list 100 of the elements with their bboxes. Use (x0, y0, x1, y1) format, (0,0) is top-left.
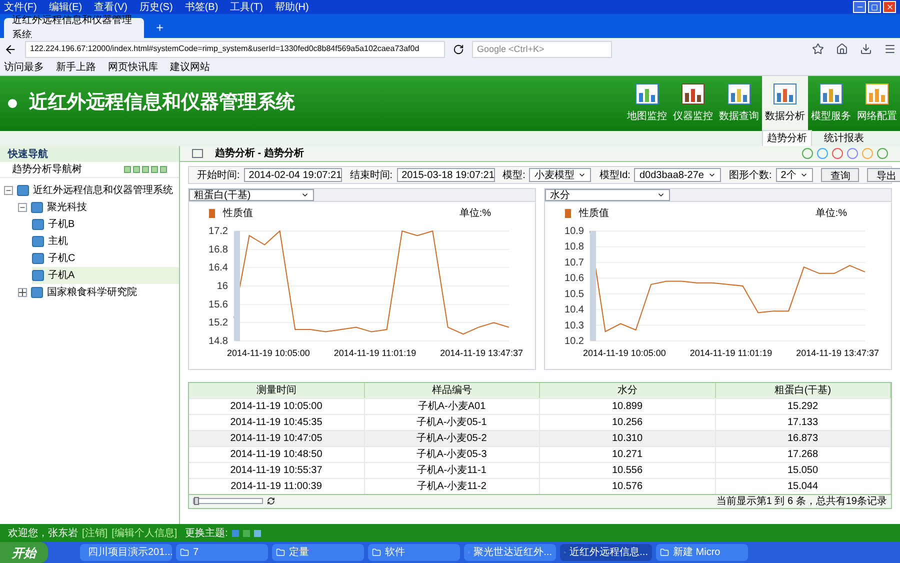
nav-tab[interactable]: 数据查询 (716, 76, 762, 131)
panel-title: 趋势分析 - 趋势分析 (215, 146, 304, 161)
chart-selector[interactable]: 水分 (545, 189, 670, 201)
menu-item[interactable]: 书签(B) (184, 0, 218, 14)
taskbar-item[interactable]: 新建 Micro (656, 544, 748, 561)
column-header[interactable]: 测量时间 (189, 382, 364, 398)
menu-item[interactable]: 文件(F) (4, 0, 37, 14)
home-icon[interactable] (836, 43, 848, 55)
bookmark-link[interactable]: 新手上路 (56, 60, 96, 75)
collapse-icon[interactable] (18, 203, 27, 212)
node-icon (31, 287, 43, 298)
table-cell: 15.050 (716, 462, 891, 478)
filter-label: 图形个数: (728, 168, 772, 182)
select-field[interactable]: 小麦模型 (529, 168, 592, 182)
dropdown-icon[interactable] (800, 171, 808, 179)
axis-label: 2014-11-19 11:01:19 (690, 347, 772, 360)
action-button[interactable]: 导出 (867, 168, 900, 182)
refresh-icon[interactable] (267, 497, 275, 505)
axis-label: 10.6 (564, 273, 584, 284)
start-button[interactable]: 开始 (0, 542, 48, 563)
tree-item[interactable]: 聚光科技 (18, 199, 179, 216)
nav-tab[interactable]: 地图监控 (624, 76, 670, 131)
legend-label: 性质值 (223, 206, 253, 221)
table-row[interactable]: 2014-11-19 10:05:00 子机A-小麦A01 10.899 15.292 (189, 398, 891, 414)
collapse-icon[interactable] (4, 186, 13, 195)
taskbar-item[interactable]: 7 (176, 544, 268, 561)
tree-tools-icon[interactable] (124, 166, 167, 173)
table-row[interactable]: 2014-11-19 10:48:50 子机A-小麦05-3 10.271 17.268 (189, 446, 891, 462)
nav-tab[interactable]: 数据分析 (762, 76, 808, 131)
dropdown-icon[interactable] (708, 171, 716, 179)
url-field[interactable]: 122.224.196.67:12000/index.html#systemCode=rimp_system&userId=1330fed0c8b84f569a5a102caea73af0d (25, 40, 445, 58)
theme-swatch[interactable] (242, 530, 250, 536)
download-icon[interactable] (860, 43, 872, 55)
range-handle[interactable] (590, 231, 596, 341)
bookmark-link[interactable]: 访问最多 (4, 60, 44, 75)
column-header[interactable]: 粗蛋白(干基) (716, 382, 891, 398)
reload-icon[interactable] (453, 44, 464, 54)
tree-item[interactable]: 子机A (32, 267, 179, 284)
axis-label: 17.2 (208, 226, 228, 237)
sub-tab[interactable]: 趋势分析 (762, 130, 812, 147)
toolbar-icons[interactable] (802, 148, 888, 159)
unit-label: 单位:% (815, 206, 847, 221)
unit-label: 单位:% (459, 206, 491, 221)
taskbar-item[interactable]: 聚光世达近红外... (464, 544, 556, 561)
dropdown-icon[interactable] (301, 191, 309, 199)
select-field[interactable]: d0d3baa8-27e (634, 168, 721, 182)
range-handle[interactable] (234, 231, 240, 341)
theme-swatch[interactable] (232, 530, 239, 536)
nav-tab[interactable]: 模型服务 (808, 76, 854, 131)
menu-item[interactable]: 查看(V) (94, 0, 128, 14)
taskbar-item[interactable]: 软件 (368, 544, 460, 561)
node-icon (32, 270, 44, 281)
table-cell: 子机A-小麦11-1 (364, 462, 540, 478)
pager-info: 当前显示第1 到 6 条，总共有19条记录 (716, 494, 887, 508)
star-icon[interactable] (812, 43, 824, 55)
tree-item[interactable]: 子机B (32, 216, 179, 233)
tree-item[interactable]: 国家粮食科学研究院 (18, 284, 179, 301)
tree-item[interactable]: 主机 (32, 233, 179, 250)
menu-item[interactable]: 历史(S) (139, 0, 173, 14)
chart-icon (635, 83, 659, 105)
nav-tab[interactable]: 仪器监控 (670, 76, 716, 131)
taskbar-item[interactable]: 四川项目演示201... (80, 544, 172, 561)
maximize-icon[interactable] (868, 1, 881, 13)
bookmark-link[interactable]: 建议网站 (170, 60, 210, 75)
back-icon[interactable] (4, 42, 17, 56)
table-cell: 2014-11-19 10:05:00 (189, 398, 364, 414)
close-icon[interactable] (883, 1, 896, 13)
theme-swatch[interactable] (254, 530, 261, 536)
taskbar-item[interactable]: 定量 (272, 544, 364, 561)
slider-thumb[interactable] (194, 497, 199, 505)
bookmark-link[interactable]: 网页快讯库 (108, 60, 158, 75)
tree-item[interactable]: 子机C (32, 250, 179, 267)
chart-selector[interactable]: 粗蛋白(干基) (189, 189, 314, 201)
taskbar-item[interactable]: 近红外远程信息... (560, 544, 652, 561)
nav-tab[interactable]: 网络配置 (854, 76, 900, 131)
table-row[interactable]: 2014-11-19 10:47:05 子机A-小麦05-2 10.310 16.873 (189, 430, 891, 446)
table-cell: 子机A-小麦05-3 (364, 446, 540, 462)
axis-label: 2014-11-19 10:05:00 (583, 347, 666, 360)
tree-item[interactable]: 近红外远程信息和仪器管理系统 (4, 182, 179, 199)
menu-item[interactable]: 编辑(E) (48, 0, 82, 14)
search-field[interactable]: Google <Ctrl+K> (472, 40, 612, 58)
column-header[interactable]: 水分 (540, 382, 716, 398)
panel-icon (192, 149, 203, 158)
menu-icon[interactable] (884, 43, 896, 55)
minimize-icon[interactable] (853, 1, 866, 13)
action-button[interactable]: 查询 (821, 168, 860, 182)
menu-item[interactable]: 帮助(H) (274, 0, 309, 14)
table-row[interactable]: 2014-11-19 10:55:37 子机A-小麦11-1 10.556 15.050 (189, 462, 891, 478)
date-field[interactable]: 2014-02-04 19:07:21 (244, 168, 342, 182)
expand-icon[interactable] (18, 288, 27, 297)
date-field[interactable]: 2015-03-18 19:07:21 (396, 168, 495, 182)
axis-label: 10.8 (564, 242, 584, 253)
dropdown-icon[interactable] (657, 191, 665, 199)
menu-item[interactable]: 工具(T) (230, 0, 263, 14)
sub-tab[interactable]: 统计报表 (820, 131, 868, 146)
new-tab-button[interactable]: + (148, 18, 172, 38)
select-field[interactable]: 2个 (776, 168, 814, 182)
dropdown-icon[interactable] (578, 171, 586, 179)
logo-icon (8, 99, 17, 108)
column-header[interactable]: 样品编号 (364, 382, 540, 398)
